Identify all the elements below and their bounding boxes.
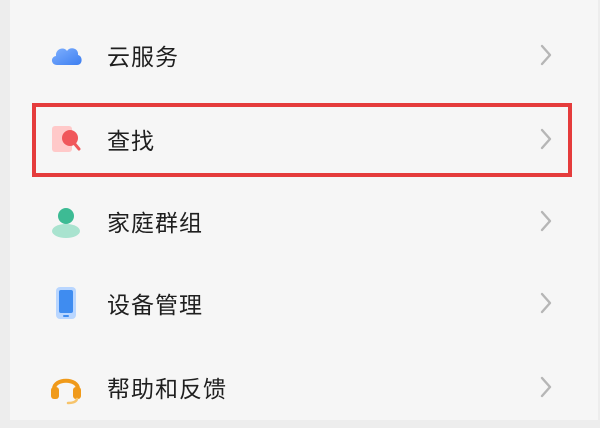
chevron-right-icon	[538, 375, 554, 399]
chevron-right-icon	[538, 209, 554, 233]
phone-device-icon	[48, 285, 84, 321]
find-search-icon	[48, 121, 84, 157]
menu-item-device-management[interactable]: 设备管理	[10, 262, 598, 344]
cloud-icon	[48, 37, 84, 73]
menu-item-label: 云服务	[107, 45, 179, 71]
settings-menu: 云服务 查找 家庭群组 设备管理 帮助和反馈	[10, 0, 598, 420]
headset-help-icon	[48, 369, 84, 405]
chevron-right-icon	[538, 43, 554, 67]
menu-item-help-feedback[interactable]: 帮助和反馈	[10, 346, 598, 428]
menu-item-label: 帮助和反馈	[107, 377, 227, 403]
chevron-right-icon	[538, 127, 554, 151]
menu-item-label: 查找	[107, 129, 155, 155]
menu-item-label: 家庭群组	[107, 211, 203, 237]
menu-item-label: 设备管理	[107, 293, 203, 319]
family-group-icon	[48, 203, 84, 239]
menu-item-family-group[interactable]: 家庭群组	[10, 180, 598, 262]
chevron-right-icon	[538, 291, 554, 315]
menu-item-cloud-service[interactable]: 云服务	[10, 14, 598, 96]
menu-item-find[interactable]: 查找	[10, 98, 598, 180]
